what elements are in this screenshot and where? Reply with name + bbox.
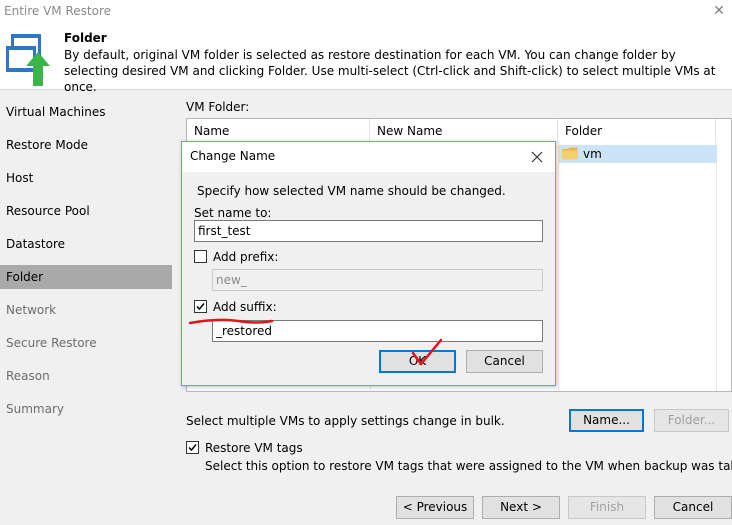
restore-tags-hint: Select this option to restore VM tags th… <box>205 459 732 473</box>
wizard-steps: Virtual Machines Restore Mode Host Resou… <box>0 91 172 525</box>
dialog-instruction: Specify how selected VM name should be c… <box>197 184 506 198</box>
column-divider <box>716 143 717 391</box>
bulk-hint: Select multiple VMs to apply settings ch… <box>186 414 505 428</box>
folder-icon <box>562 147 578 160</box>
dialog-close-icon[interactable] <box>527 147 547 167</box>
page-title: Folder <box>64 31 107 45</box>
dialog-cancel-button[interactable]: Cancel <box>466 350 543 373</box>
wizard-header: Folder By default, original VM folder is… <box>0 24 732 94</box>
set-name-input[interactable] <box>194 220 543 242</box>
restore-tags-checkbox[interactable] <box>186 441 199 454</box>
folder-restore-icon <box>6 34 50 86</box>
step-network[interactable]: Network <box>0 298 172 322</box>
step-summary[interactable]: Summary <box>0 397 172 421</box>
checkmark-icon <box>188 444 197 452</box>
change-name-dialog: Change Name Specify how selected VM name… <box>181 141 556 386</box>
ok-button[interactable]: OK <box>379 350 456 373</box>
add-prefix-checkbox[interactable] <box>194 250 207 263</box>
step-host[interactable]: Host <box>0 166 172 190</box>
column-header-new-name[interactable]: New Name <box>370 119 558 143</box>
window-title: Entire VM Restore <box>4 4 112 18</box>
checkmark-icon <box>196 303 205 311</box>
finish-button[interactable]: Finish <box>568 496 646 519</box>
step-folder[interactable]: Folder <box>0 265 172 289</box>
set-name-label: Set name to: <box>194 206 272 220</box>
step-virtual-machines[interactable]: Virtual Machines <box>0 100 172 124</box>
column-header-folder[interactable]: Folder <box>558 119 716 143</box>
next-button[interactable]: Next > <box>482 496 560 519</box>
add-suffix-label[interactable]: Add suffix: <box>213 300 277 314</box>
previous-button[interactable]: < Previous <box>396 496 474 519</box>
step-resource-pool[interactable]: Resource Pool <box>0 199 172 223</box>
column-header-name[interactable]: Name <box>187 119 370 143</box>
prefix-input[interactable] <box>212 269 543 291</box>
step-datastore[interactable]: Datastore <box>0 232 172 256</box>
step-restore-mode[interactable]: Restore Mode <box>0 133 172 157</box>
dialog-title: Change Name <box>190 149 276 163</box>
name-button[interactable]: Name... <box>569 409 644 432</box>
add-suffix-checkbox[interactable] <box>194 300 207 313</box>
restore-tags-label[interactable]: Restore VM tags <box>205 441 303 455</box>
column-divider <box>558 143 559 391</box>
add-prefix-label[interactable]: Add prefix: <box>213 250 278 264</box>
table-cell-folder: vm <box>583 147 602 161</box>
window-close-icon[interactable]: ✕ <box>710 2 728 20</box>
step-reason[interactable]: Reason <box>0 364 172 388</box>
folder-button[interactable]: Folder... <box>654 409 729 432</box>
dialog-titlebar: Change Name <box>182 142 555 172</box>
suffix-input[interactable] <box>212 320 543 342</box>
window-titlebar: Entire VM Restore ✕ <box>0 0 732 24</box>
vm-folder-label: VM Folder: <box>186 100 250 114</box>
cancel-button[interactable]: Cancel <box>654 496 732 519</box>
page-description: By default, original VM folder is select… <box>64 48 716 94</box>
step-secure-restore[interactable]: Secure Restore <box>0 331 172 355</box>
